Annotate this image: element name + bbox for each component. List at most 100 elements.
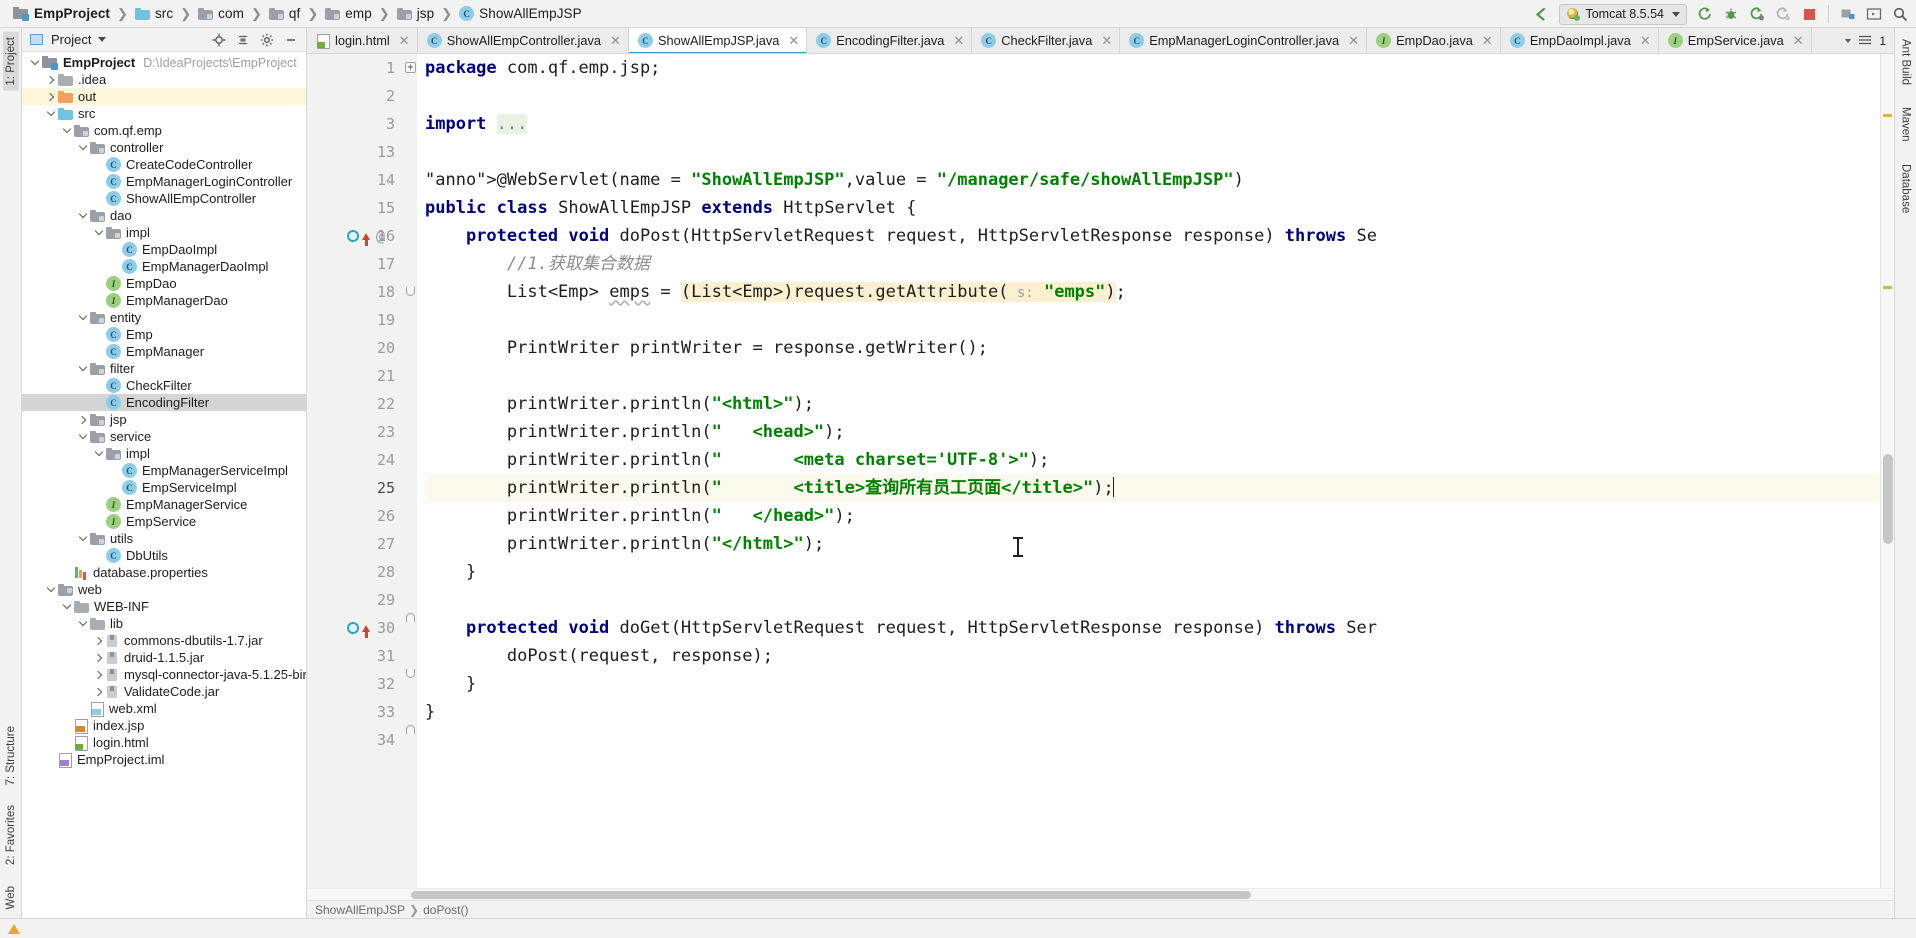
code-line[interactable] [425, 138, 1880, 166]
gutter-line[interactable]: 30 [307, 614, 403, 642]
gutter-line[interactable]: 25 [307, 474, 403, 502]
collapse-arrow-icon[interactable] [76, 139, 90, 156]
gutter-line[interactable]: 17 [307, 250, 403, 278]
gutter-line[interactable]: 19 [307, 306, 403, 334]
code-line[interactable]: import ... [425, 110, 1880, 138]
terminal-button[interactable] [1862, 3, 1886, 25]
breadcrumb-method[interactable]: doPost() [423, 903, 468, 917]
editor-tab[interactable]: C EmpDaoImpl.java ✕ [1500, 28, 1659, 53]
gutter-line[interactable]: 26 [307, 502, 403, 530]
code-line[interactable] [425, 82, 1880, 110]
breadcrumb-item-emp[interactable]: emp [322, 3, 375, 25]
gutter-line[interactable]: 14 [307, 166, 403, 194]
implementing-method-icon[interactable] [362, 624, 370, 638]
gutter-line[interactable]: 32 [307, 670, 403, 698]
gutter-line[interactable]: 23 [307, 418, 403, 446]
gutter-line[interactable]: 33 [307, 698, 403, 726]
code-folding-column[interactable]: + [403, 54, 417, 888]
code-line[interactable]: List<Emp> emps = (List<Emp>)request.getA… [425, 278, 1880, 306]
editor-scrollbar-thumb[interactable] [1883, 454, 1893, 544]
tree-node[interactable]: C CheckFilter [22, 377, 306, 394]
tree-node[interactable]: commons-dbutils-1.7.jar [22, 632, 306, 649]
code-line[interactable] [425, 586, 1880, 614]
expand-arrow-icon[interactable] [92, 666, 106, 683]
back-arrow-icon[interactable] [1529, 3, 1553, 25]
code-line[interactable]: printWriter.println("<html>"); [425, 390, 1880, 418]
close-icon[interactable]: ✕ [1482, 34, 1493, 47]
collapse-arrow-icon[interactable] [76, 360, 90, 377]
tree-node[interactable]: .idea [22, 71, 306, 88]
tree-node[interactable]: com.qf.emp [22, 122, 306, 139]
tool-window-structure[interactable]: 7: Structure [3, 721, 19, 790]
locate-icon[interactable] [210, 31, 228, 49]
gutter-line[interactable]: 2 [307, 82, 403, 110]
tree-node[interactable]: C EmpManagerLoginController [22, 173, 306, 190]
code-line[interactable] [425, 306, 1880, 334]
tool-window-web[interactable]: Web [3, 881, 19, 914]
breadcrumb-item-src[interactable]: src [132, 3, 176, 25]
tool-window-favorites[interactable]: 2: Favorites [3, 800, 19, 870]
tree-node[interactable]: C EncodingFilter [22, 394, 306, 411]
tree-node[interactable]: WEB-INF [22, 598, 306, 615]
collapse-arrow-icon[interactable] [76, 615, 90, 632]
editor-horizontal-scrollbar[interactable] [307, 888, 1894, 900]
close-icon[interactable]: ✕ [788, 34, 799, 47]
expand-arrow-icon[interactable] [92, 649, 106, 666]
gutter-line[interactable]: 18 [307, 278, 403, 306]
collapse-arrow-icon[interactable] [28, 54, 42, 71]
tool-window-maven[interactable]: Maven [1898, 102, 1914, 147]
tree-node[interactable]: mysql-connector-java-5.1.25-bin.jar [22, 666, 306, 683]
breadcrumb-item-project[interactable]: EmpProject [10, 3, 113, 25]
tree-node[interactable]: C EmpManager [22, 343, 306, 360]
editor-tab[interactable]: I EmpService.java ✕ [1658, 28, 1812, 53]
tree-node[interactable]: druid-1.1.5.jar [22, 649, 306, 666]
project-structure-button[interactable] [1836, 3, 1860, 25]
editor-gutter[interactable]: 1 2 3 13 14 15 @16 17 18 19 20 21 22 23 24 25 26 27 28 29 30… [307, 54, 403, 888]
close-icon[interactable]: ✕ [1640, 34, 1651, 47]
tree-node[interactable]: utils [22, 530, 306, 547]
editor-tab[interactable]: I EmpDao.java ✕ [1367, 28, 1501, 53]
tree-node[interactable]: C EmpServiceImpl [22, 479, 306, 496]
collapse-arrow-icon[interactable] [92, 445, 106, 462]
tree-node[interactable]: filter [22, 360, 306, 377]
tree-node[interactable]: jsp [22, 411, 306, 428]
code-line[interactable]: protected void doPost(HttpServletRequest… [425, 222, 1880, 250]
expand-arrow-icon[interactable] [92, 683, 106, 700]
breadcrumb-class[interactable]: ShowAllEmpJSP [315, 903, 405, 917]
tree-node[interactable]: controller [22, 139, 306, 156]
editor-tab[interactable]: C EmpManagerLoginController.java ✕ [1120, 28, 1368, 53]
close-icon[interactable]: ✕ [1101, 34, 1112, 47]
code-line[interactable]: printWriter.println(" <head>"); [425, 418, 1880, 446]
tree-node[interactable]: src [22, 105, 306, 122]
close-icon[interactable]: ✕ [399, 34, 410, 47]
tree-node[interactable]: dao [22, 207, 306, 224]
editor-tab[interactable]: C ShowAllEmpController.java ✕ [417, 28, 629, 53]
code-line[interactable]: printWriter.println(" <title>查询所有员工页面</t… [425, 474, 1880, 502]
run-button[interactable] [1693, 3, 1717, 25]
tree-node[interactable]: impl [22, 224, 306, 241]
gutter-line[interactable]: 24 [307, 446, 403, 474]
tree-node[interactable]: database.properties [22, 564, 306, 581]
gutter-run-marker[interactable] [347, 622, 370, 638]
expand-arrow-icon[interactable] [76, 411, 90, 428]
tree-node[interactable]: C ShowAllEmpController [22, 190, 306, 207]
tree-node[interactable]: I EmpManagerService [22, 496, 306, 513]
code-line[interactable]: printWriter.println("</html>"); [425, 530, 1880, 558]
tool-window-database[interactable]: Database [1898, 159, 1914, 218]
code-line[interactable]: } [425, 558, 1880, 586]
code-line[interactable]: PrintWriter printWriter = response.getWr… [425, 334, 1880, 362]
tree-node[interactable]: I EmpManagerDao [22, 292, 306, 309]
tree-node[interactable]: service [22, 428, 306, 445]
gutter-line[interactable]: 3 [307, 110, 403, 138]
gutter-line[interactable]: 28 [307, 558, 403, 586]
gutter-line[interactable]: 31 [307, 642, 403, 670]
gutter-line[interactable]: 21 [307, 362, 403, 390]
collapse-arrow-icon[interactable] [44, 581, 58, 598]
tree-node[interactable]: C EmpDaoImpl [22, 241, 306, 258]
collapse-arrow-icon[interactable] [44, 105, 58, 122]
error-stripe-marker-bar[interactable] [1880, 54, 1894, 888]
tree-node[interactable]: login.html [22, 734, 306, 751]
close-icon[interactable]: ✕ [1348, 34, 1359, 47]
code-line[interactable]: "anno">@WebServlet(name = "ShowAllEmpJSP… [425, 166, 1880, 194]
tree-node[interactable]: impl [22, 445, 306, 462]
